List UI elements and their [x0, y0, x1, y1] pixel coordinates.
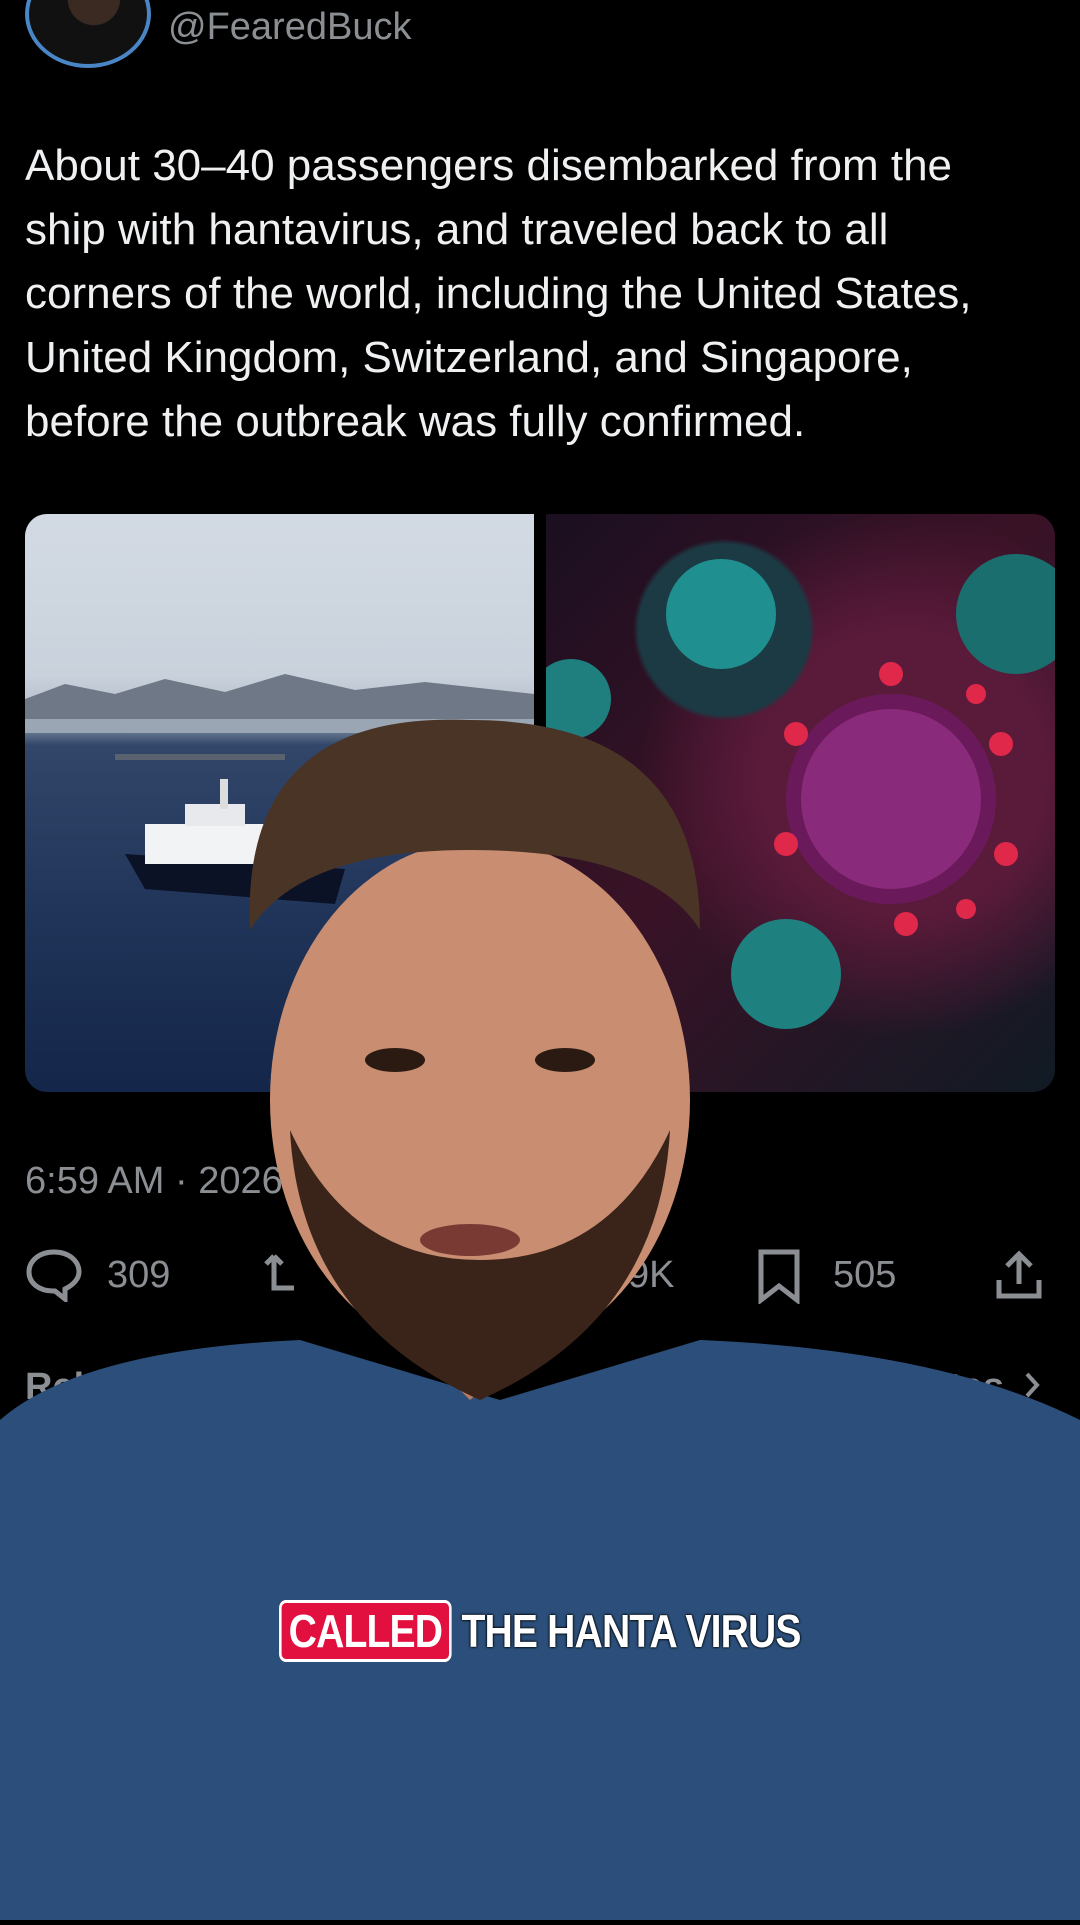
user-handle[interactable]: @FearedBuck — [168, 6, 411, 49]
video-caption: CALLED THE HANTA VIRUS — [81, 1600, 999, 1662]
tweet-text: About 30–40 passengers disembarked from … — [25, 141, 972, 446]
caption-text: THE HANTA VIRUS — [461, 1605, 802, 1657]
caption-highlight-word: CALLED — [279, 1600, 452, 1662]
avatar[interactable] — [25, 0, 151, 68]
presenter-video-overlay — [0, 700, 1080, 1920]
